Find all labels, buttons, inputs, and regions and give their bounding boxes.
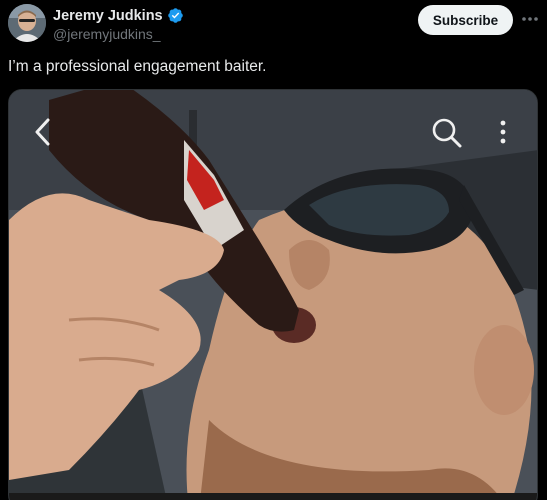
video-frame (9, 90, 537, 500)
author-handle[interactable]: @jeremyjudkins_ (53, 26, 161, 42)
avatar-image (8, 4, 46, 42)
verified-badge-icon (167, 8, 183, 23)
more-vertical-icon[interactable] (497, 119, 509, 147)
tweet-text: I’m a professional engagement baiter. (8, 58, 267, 75)
more-horizontal-icon[interactable] (519, 10, 541, 28)
avatar[interactable] (8, 4, 46, 42)
back-chevron-icon[interactable] (29, 117, 57, 147)
search-icon[interactable] (431, 117, 463, 149)
subscribe-button[interactable]: Subscribe (418, 5, 513, 35)
video-player[interactable] (8, 89, 538, 500)
author-name[interactable]: Jeremy Judkins (53, 8, 163, 24)
tweet[interactable]: Jeremy Judkins @jeremyjudkins_ Subscribe… (0, 0, 547, 500)
author-name-row[interactable]: Jeremy Judkins (53, 7, 184, 24)
